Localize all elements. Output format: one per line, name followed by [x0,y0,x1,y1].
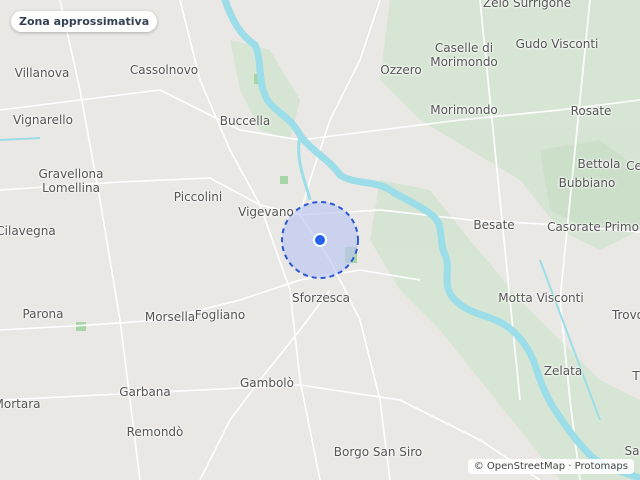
place-label: Sforzesca [291,291,351,305]
road [0,384,541,480]
canal [0,137,41,141]
place-label: Fogliano [194,308,246,322]
place-label: Ce [626,159,640,173]
place-label: Villanova [14,66,70,80]
place-label: Gudo Visconti [515,37,599,51]
protomaps-attribution-link[interactable]: Protomaps [575,461,628,472]
road [59,0,141,480]
place-label: Bettola [577,157,621,171]
place-label: Rosate [570,104,612,118]
map-attribution: © OpenStreetMap · Protomaps [467,459,634,474]
park-patch [76,322,86,331]
place-label: Borgo San Siro [333,445,423,459]
place-label: Garbana [119,385,171,399]
place-label: Bubbiano [558,176,616,190]
place-label: Remondò [126,425,184,439]
map-base-layer [0,0,640,480]
place-label: Trovo [611,308,640,322]
park-patch [280,176,288,184]
place-label: Morimondo [430,103,498,117]
place-label: Cassolnovo [129,63,199,77]
place-label: Besate [473,218,515,232]
attribution-separator: · [565,461,575,472]
place-label: Caselle di Morimondo [430,41,498,69]
place-label: Sa [624,444,640,458]
place-label: Piccolini [173,190,223,204]
place-label: Mortara [0,397,41,411]
place-label: Zelo Surrigone [482,0,572,10]
place-label: Parona [22,307,64,321]
place-label: Vignarello [13,113,73,127]
place-label: Ozzero [380,63,422,77]
approximate-zone-badge: Zona approssimativa [11,11,158,32]
location-marker [313,233,327,247]
place-label: Motta Visconti [498,291,584,305]
place-label: Buccella [219,114,271,128]
place-label: Morsella [144,310,196,324]
place-label: Vigevano [238,205,294,219]
place-label: Cilavegna [0,224,56,238]
place-label: Zelata [543,364,583,378]
place-label: T [632,369,640,383]
place-label: Casorate Primo [547,220,639,234]
map-canvas[interactable]: Zelo Surrigone Villanova Cassolnovo Ozze… [0,0,640,480]
place-label: Gravellona Lomellina [38,167,104,195]
place-label: Gambolò [240,376,294,390]
osm-attribution-link[interactable]: © OpenStreetMap [474,461,565,472]
